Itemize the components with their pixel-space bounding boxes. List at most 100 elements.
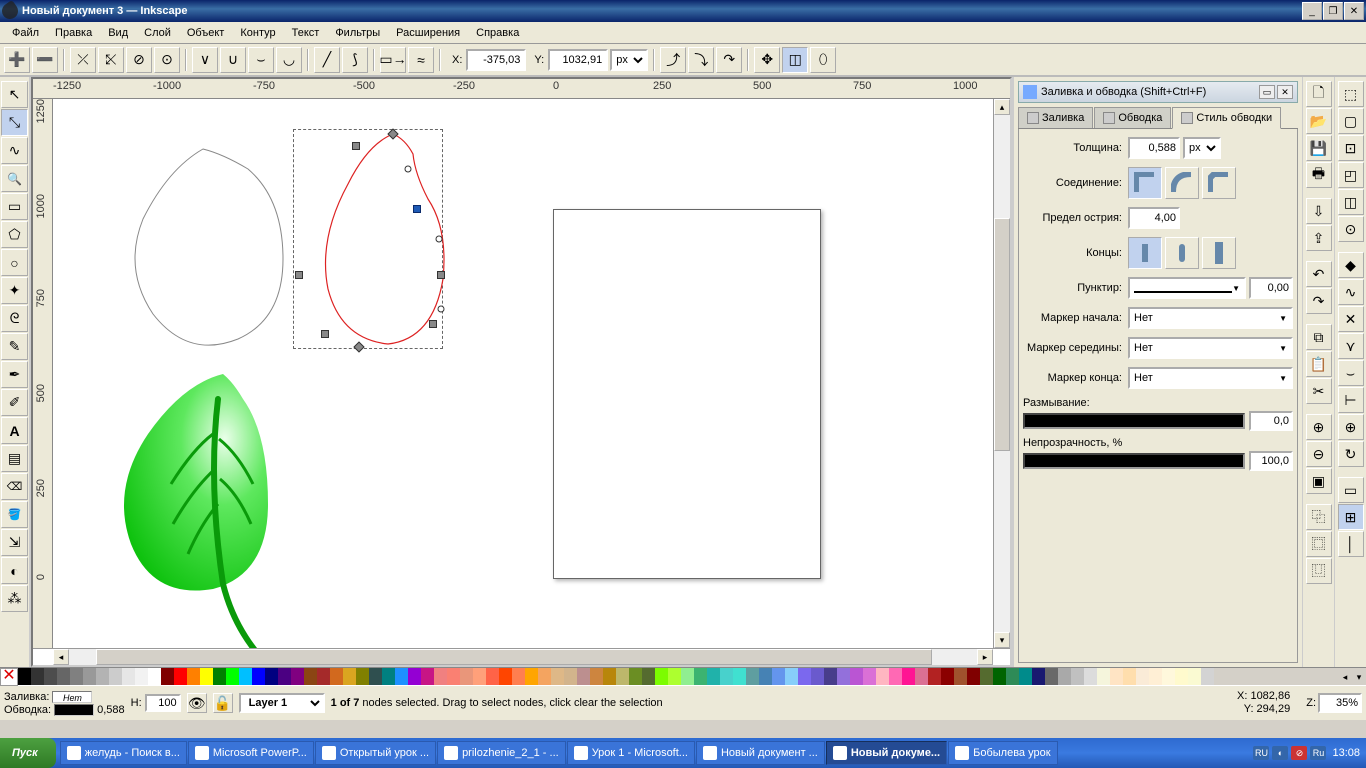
menu-filters[interactable]: Фильтры [327,24,388,42]
paste-button[interactable]: 📋 [1306,351,1332,377]
dash-pattern-select[interactable]: ▼ [1128,277,1246,299]
palette-swatch[interactable] [941,668,954,685]
palette-swatch[interactable] [954,668,967,685]
clone-button[interactable]: ⿴ [1306,531,1332,557]
cap-square-button[interactable] [1202,237,1236,269]
opacity-slider[interactable] [1023,453,1245,469]
tray-icon[interactable]: ◐ [1272,746,1288,760]
palette-scroll-left[interactable]: ◂ [1338,668,1352,685]
palette-swatch[interactable] [525,668,538,685]
palette-swatch[interactable] [148,668,161,685]
palette-swatch[interactable] [1058,668,1071,685]
palette-swatch[interactable] [421,668,434,685]
snap-guide-button[interactable]: │ [1338,531,1364,557]
transform-handles-button[interactable]: ✥ [754,47,780,73]
palette-menu-button[interactable]: ▾ [1352,668,1366,685]
spray-tool[interactable]: ⁂ [1,585,28,612]
palette-swatch[interactable] [629,668,642,685]
palette-swatch[interactable] [44,668,57,685]
taskbar-item[interactable]: Урок 1 - Microsoft... [567,741,695,765]
palette-swatch[interactable] [57,668,70,685]
layer-visibility-button[interactable]: 👁 [187,693,207,713]
status-opacity-input[interactable] [145,694,181,712]
dialog-iconify-button[interactable]: ▭ [1259,85,1275,99]
join-bevel-button[interactable] [1202,167,1236,199]
layer-select[interactable]: Layer 1 [239,693,325,713]
palette-swatch[interactable] [1110,668,1123,685]
horizontal-scrollbar[interactable]: ◂ ▸ [53,649,993,665]
scroll-right-button[interactable]: ▸ [977,649,993,665]
menu-edit[interactable]: Правка [47,24,100,42]
palette-swatch[interactable] [109,668,122,685]
palette-swatch[interactable] [1201,668,1214,685]
vertical-scrollbar[interactable]: ▴ ▾ [993,99,1010,648]
dropper-tool[interactable] [1,557,28,584]
cap-butt-button[interactable] [1128,237,1162,269]
palette-swatch[interactable] [837,668,850,685]
palette-swatch[interactable] [161,668,174,685]
snap-intersection-button[interactable]: ✕ [1338,306,1364,332]
show-outline-button[interactable]: ⤵ [688,47,714,73]
snap-object-center-button[interactable]: ⊕ [1338,414,1364,440]
taskbar-item[interactable]: Открытый урок ... [315,741,436,765]
flatten-button[interactable]: ≈ [408,47,434,73]
open-doc-button[interactable]: 📂 [1306,108,1332,134]
snap-edge-button[interactable]: ⊡ [1338,135,1364,161]
menu-layer[interactable]: Слой [136,24,179,42]
scroll-down-button[interactable]: ▾ [994,632,1010,648]
cusp-node-button[interactable]: ∨ [192,47,218,73]
zoom-drawing-button[interactable]: ⊖ [1306,441,1332,467]
palette-swatch[interactable] [694,668,707,685]
palette-swatch[interactable] [603,668,616,685]
snap-grid-button[interactable]: ⊞ [1338,504,1364,530]
layer-lock-button[interactable]: 🔓 [213,693,233,713]
palette-swatch[interactable] [967,668,980,685]
palette-swatch[interactable] [1045,668,1058,685]
palette-swatch[interactable] [915,668,928,685]
eraser-tool[interactable] [1,473,28,500]
palette-swatch[interactable] [980,668,993,685]
symmetric-node-button[interactable]: ⌣ [248,47,274,73]
palette-swatch[interactable] [876,668,889,685]
palette-swatch[interactable] [226,668,239,685]
palette-swatch[interactable] [434,668,447,685]
palette-swatch[interactable] [1071,668,1084,685]
palette-swatch[interactable] [122,668,135,685]
edit-mask-button[interactable]: ⬯ [810,47,836,73]
palette-swatch[interactable] [343,668,356,685]
palette-swatch[interactable] [1136,668,1149,685]
palette-swatch[interactable] [720,668,733,685]
undo-button[interactable]: ↶ [1306,261,1332,287]
palette-swatch[interactable] [356,668,369,685]
path-node-selected[interactable] [413,205,421,213]
lang-indicator-1[interactable]: RU [1253,746,1269,760]
marker-mid-select[interactable]: Нет▼ [1128,337,1293,359]
tab-fill[interactable]: Заливка [1018,107,1093,128]
bezier-handle[interactable] [405,166,412,173]
palette-swatch[interactable] [70,668,83,685]
path-node[interactable] [321,330,329,338]
delete-segment-button[interactable]: ⊘ [126,47,152,73]
palette-swatch[interactable] [889,668,902,685]
join-round-button[interactable] [1165,167,1199,199]
palette-swatch[interactable] [200,668,213,685]
snap-smooth-button[interactable]: ⌣ [1338,360,1364,386]
palette-swatch[interactable] [408,668,421,685]
connector-tool[interactable] [1,529,28,556]
scroll-up-button[interactable]: ▴ [994,99,1010,115]
menu-object[interactable]: Объект [179,24,232,42]
curve-segment-button[interactable]: ⟆ [342,47,368,73]
palette-swatch[interactable] [1032,668,1045,685]
tab-stroke-paint[interactable]: Обводка [1094,107,1171,128]
zoom-page-button[interactable]: ▣ [1306,468,1332,494]
horizontal-ruler[interactable]: -1250-1000-750-500-25002505007501000 [33,79,1010,99]
taskbar-item[interactable]: Новый докуме... [826,741,947,765]
palette-swatch[interactable] [330,668,343,685]
stroke-width-input[interactable] [1128,137,1180,159]
stroke-width-unit[interactable]: px [1183,137,1221,159]
pencil-tool[interactable] [1,333,28,360]
palette-swatch[interactable] [772,668,785,685]
duplicate-button[interactable]: ⿻ [1306,504,1332,530]
snap-page-button[interactable]: ▭ [1338,477,1364,503]
palette-swatch[interactable] [824,668,837,685]
